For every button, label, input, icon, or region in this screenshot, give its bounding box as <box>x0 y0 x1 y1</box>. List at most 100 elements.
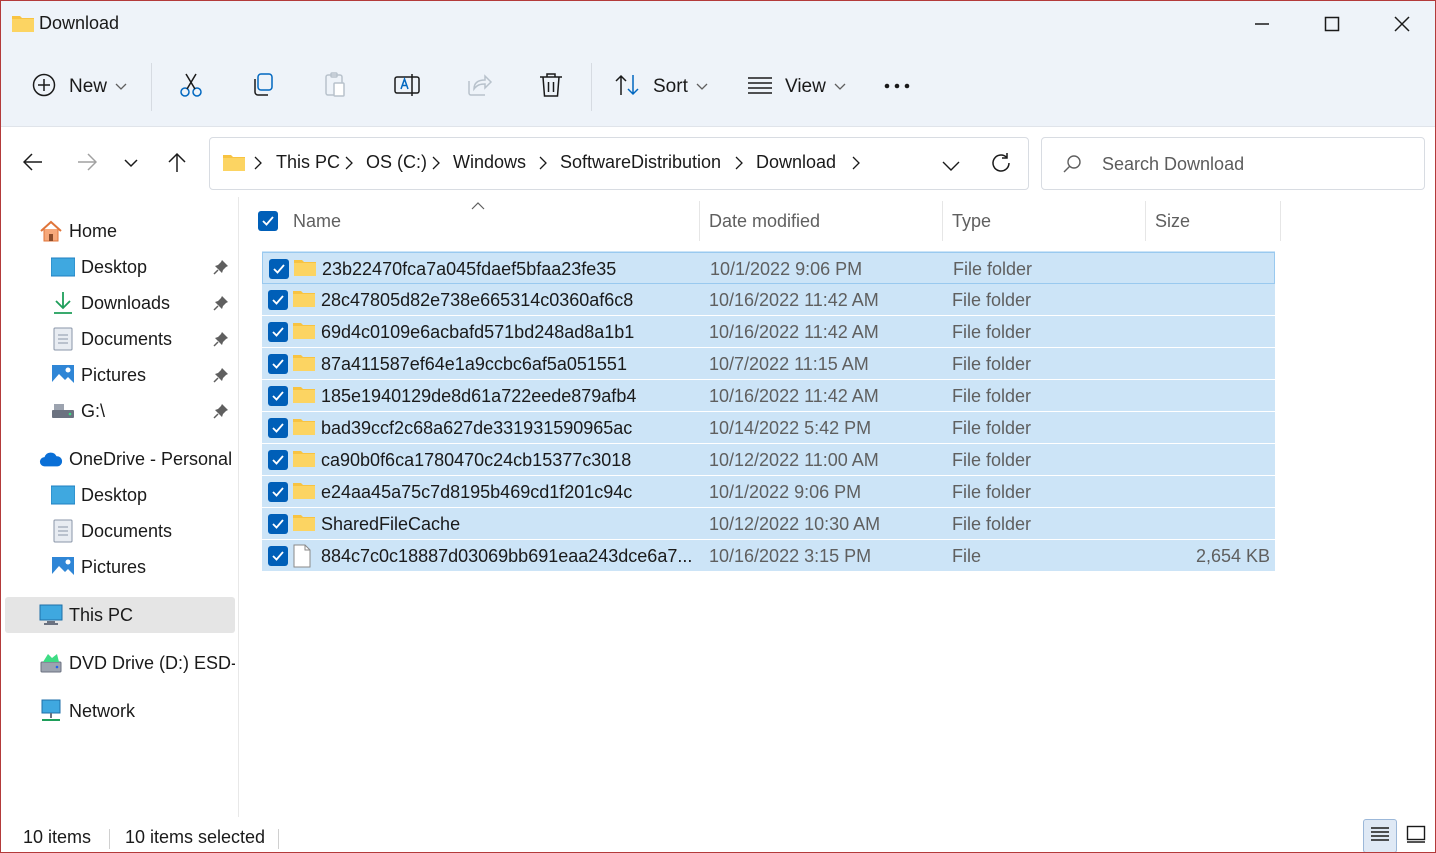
copy-button[interactable] <box>249 67 277 107</box>
arrow-up-icon <box>168 152 186 177</box>
forward-button[interactable] <box>69 147 105 181</box>
pin-icon[interactable] <box>213 331 229 352</box>
sidebar-item-onedrive-documents[interactable]: Documents <box>51 514 172 548</box>
file-name: 23b22470fca7a045fdaef5bfaa23fe35 <box>322 259 617 279</box>
address-bar[interactable]: This PC OS (C:) Windows SoftwareDistribu… <box>209 137 1029 190</box>
column-divider[interactable] <box>1280 201 1281 241</box>
file-name: 185e1940129de8d61a722eede879afb4 <box>321 386 637 406</box>
row-checkbox[interactable] <box>268 322 288 342</box>
file-date-modified: 10/7/2022 11:15 AM <box>709 354 869 374</box>
address-dropdown-icon[interactable] <box>942 158 960 176</box>
column-divider[interactable] <box>942 201 943 241</box>
sort-button[interactable]: Sort <box>613 67 708 107</box>
details-view-button[interactable] <box>1363 819 1397 852</box>
table-row[interactable]: 23b22470fca7a045fdaef5bfaa23fe35 10/1/202… <box>262 252 1275 284</box>
back-button[interactable] <box>15 147 51 181</box>
share-button[interactable] <box>465 67 493 107</box>
file-type: File folder <box>952 514 1032 534</box>
sidebar-item-this-pc[interactable]: This PC <box>39 598 133 632</box>
table-row[interactable]: 884c7c0c18887d03069bb691eaa243dce6a7... 1… <box>262 540 1275 572</box>
minimize-button[interactable] <box>1227 1 1297 47</box>
sort-ascending-icon <box>471 197 485 215</box>
folder-icon <box>292 320 316 345</box>
breadcrumb-softwaredistribution[interactable]: SoftwareDistribution <box>560 152 721 173</box>
sidebar-item-pictures[interactable]: Pictures <box>51 358 146 392</box>
toolbar-divider <box>591 63 592 111</box>
select-all-checkbox[interactable] <box>258 211 278 231</box>
table-row[interactable]: bad39ccf2c68a627de331931590965ac 10/14/20… <box>262 412 1275 444</box>
chevron-right-icon <box>254 156 262 175</box>
table-row[interactable]: ca90b0f6ca1780470c24cb15377c3018 10/12/20… <box>262 444 1275 476</box>
view-button[interactable]: View <box>747 67 846 107</box>
column-divider[interactable] <box>699 201 700 241</box>
arrow-left-icon <box>22 152 43 176</box>
search-icon <box>1062 154 1082 179</box>
more-button[interactable] <box>883 67 911 107</box>
sidebar-item-g-drive[interactable]: G:\ <box>51 394 105 428</box>
paste-button[interactable] <box>321 67 349 107</box>
delete-button[interactable] <box>537 67 565 107</box>
pin-icon[interactable] <box>213 259 229 280</box>
sidebar-item-dvd-drive[interactable]: DVD Drive (D:) ESD-I: <box>39 646 235 680</box>
cut-button[interactable] <box>177 67 205 107</box>
sidebar-item-onedrive-desktop[interactable]: Desktop <box>51 478 147 512</box>
column-header-name[interactable]: Name <box>293 211 341 232</box>
file-date-modified: 10/16/2022 11:42 AM <box>709 322 879 342</box>
recent-locations-button[interactable] <box>113 147 149 181</box>
row-checkbox[interactable] <box>268 546 288 566</box>
close-button[interactable] <box>1367 1 1435 47</box>
breadcrumb-windows[interactable]: Windows <box>453 152 526 173</box>
row-checkbox[interactable] <box>268 418 288 438</box>
refresh-icon[interactable] <box>990 152 1012 179</box>
pin-icon[interactable] <box>213 295 229 316</box>
sidebar-item-documents[interactable]: Documents <box>51 322 172 356</box>
breadcrumb-os-c[interactable]: OS (C:) <box>366 152 427 173</box>
table-row[interactable]: 185e1940129de8d61a722eede879afb4 10/16/20… <box>262 380 1275 412</box>
sidebar-item-home[interactable]: Home <box>39 214 117 248</box>
sidebar-item-onedrive-pictures[interactable]: Pictures <box>51 550 146 584</box>
breadcrumb-this-pc[interactable]: This PC <box>276 152 340 173</box>
file-name: 87a411587ef64e1a9ccbc6af5a051551 <box>321 354 627 374</box>
more-icon <box>883 78 911 96</box>
up-button[interactable] <box>159 147 195 181</box>
file-name: SharedFileCache <box>321 514 461 534</box>
sidebar-item-network[interactable]: Network <box>39 694 135 728</box>
column-header-type[interactable]: Type <box>952 211 991 232</box>
pin-icon[interactable] <box>213 403 229 424</box>
chevron-right-icon <box>735 156 743 175</box>
sidebar-item-desktop[interactable]: Desktop <box>51 250 147 284</box>
sidebar-item-onedrive[interactable]: OneDrive - Personal <box>39 442 232 476</box>
chevron-right-icon <box>539 156 547 175</box>
rename-button[interactable] <box>393 67 421 107</box>
pin-icon[interactable] <box>213 367 229 388</box>
large-icons-view-icon <box>1406 825 1426 848</box>
row-checkbox[interactable] <box>269 259 289 279</box>
column-divider[interactable] <box>1145 201 1146 241</box>
row-checkbox[interactable] <box>268 450 288 470</box>
chevron-down-icon <box>696 78 708 96</box>
paste-icon <box>321 71 349 104</box>
pictures-icon <box>51 555 75 579</box>
row-checkbox[interactable] <box>268 290 288 310</box>
row-checkbox[interactable] <box>268 482 288 502</box>
row-checkbox[interactable] <box>268 514 288 534</box>
column-header-size[interactable]: Size <box>1155 211 1190 232</box>
command-bar: New Sort View <box>1 47 1435 127</box>
table-row[interactable]: SharedFileCache 10/12/2022 10:30 AM File f… <box>262 508 1275 540</box>
sidebar-item-label: This PC <box>69 604 134 625</box>
dvd-drive-icon <box>39 651 63 675</box>
breadcrumb-download[interactable]: Download <box>756 152 836 173</box>
row-checkbox[interactable] <box>268 386 288 406</box>
large-icons-view-button[interactable] <box>1399 819 1433 852</box>
table-row[interactable]: 69d4c0109e6acbafd571bd248ad8a1b1 10/16/20… <box>262 316 1275 348</box>
column-header-date-modified[interactable]: Date modified <box>709 211 820 232</box>
file-type: File folder <box>952 418 1032 438</box>
table-row[interactable]: e24aa45a75c7d8195b469cd1f201c94c 10/1/202… <box>262 476 1275 508</box>
table-row[interactable]: 87a411587ef64e1a9ccbc6af5a051551 10/7/202… <box>262 348 1275 380</box>
sidebar-item-downloads[interactable]: Downloads <box>51 286 170 320</box>
search-input[interactable]: Search Download <box>1041 137 1425 190</box>
maximize-button[interactable] <box>1297 1 1367 47</box>
table-row[interactable]: 28c47805d82e738e665314c0360af6c8 10/16/20… <box>262 284 1275 316</box>
new-button[interactable]: New <box>31 67 127 107</box>
row-checkbox[interactable] <box>268 354 288 374</box>
